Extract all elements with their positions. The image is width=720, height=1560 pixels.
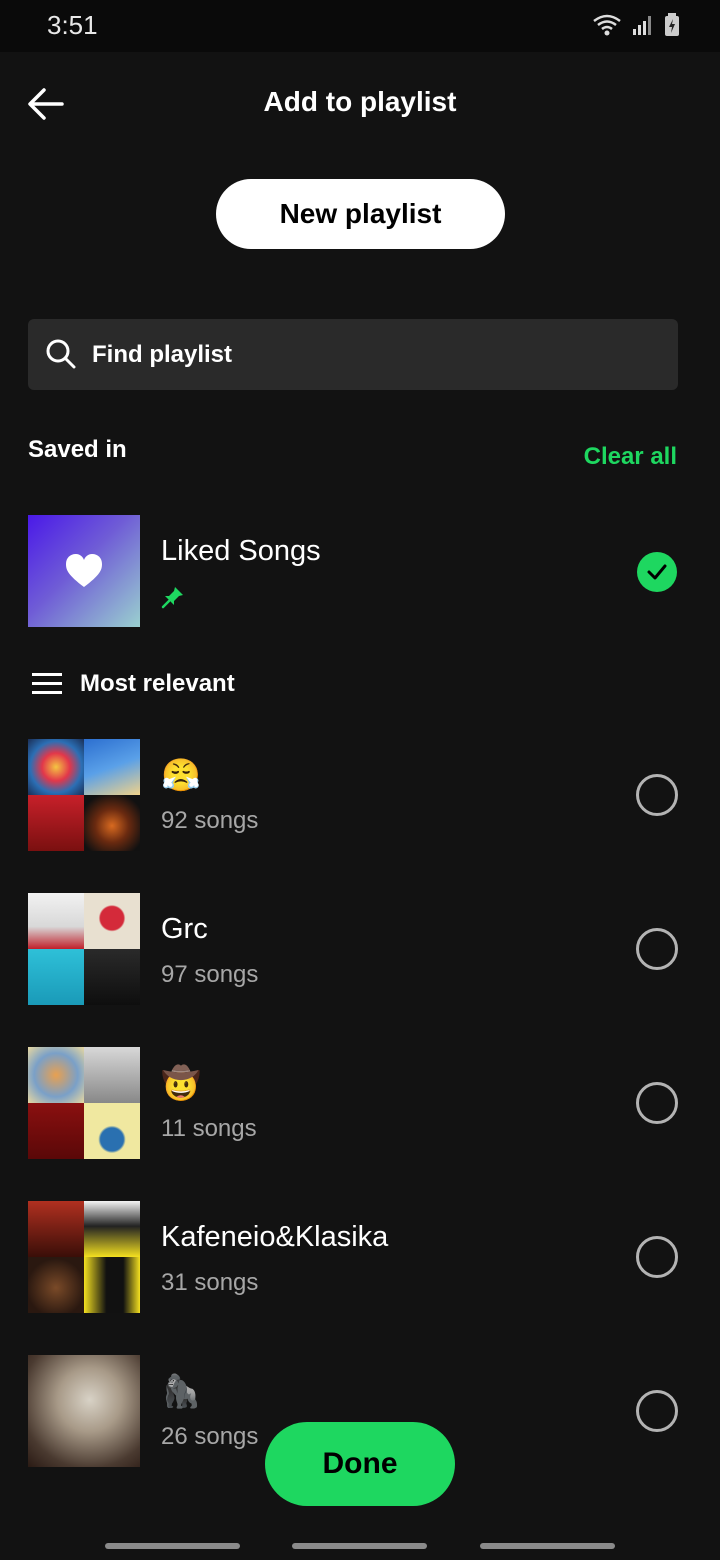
battery-icon [665,13,679,36]
liked-songs-cover [28,515,140,627]
status-icons [592,13,680,37]
playlist-song-count: 97 songs [161,961,259,988]
add-radio-button[interactable] [636,1082,678,1124]
add-radio-button[interactable] [636,1236,678,1278]
playlist-cover [28,1355,140,1467]
playlist-title: 🦍 [161,1373,201,1409]
playlist-title: 🤠 [161,1065,201,1101]
playlist-title: Kafeneio&Klasika [161,1221,389,1253]
add-radio-button[interactable] [636,1390,678,1432]
done-button[interactable]: Done [265,1422,455,1506]
wifi-icon [593,14,621,36]
playlist-title: 😤 [161,757,201,793]
playlist-row[interactable]: 😤 92 songs [0,739,720,851]
saved-in-heading: Saved in [28,436,127,463]
sort-button[interactable]: Most relevant [30,664,235,704]
playlist-cover [28,893,140,1005]
find-playlist-search[interactable]: Find playlist [28,319,678,390]
nav-recents-handle[interactable] [105,1543,240,1549]
status-time: 3:51 [47,10,98,40]
playlist-row[interactable]: 🤠 11 songs [0,1047,720,1159]
playlist-song-count: 31 songs [161,1269,259,1296]
playlist-cover [28,739,140,851]
heart-icon [66,554,102,587]
search-icon [46,339,76,369]
pin-icon [161,587,183,609]
playlist-row[interactable]: Kafeneio&Klasika 31 songs [0,1201,720,1313]
signal-icon [633,16,651,35]
header: Add to playlist [0,60,720,146]
sort-lines-icon [32,673,62,694]
saved-check-icon[interactable] [637,552,677,592]
search-label: Find playlist [92,341,233,368]
checkmark-icon [647,564,667,580]
nav-home-handle[interactable] [292,1543,427,1549]
playlist-title: Grc [161,913,208,945]
playlist-title: Liked Songs [161,535,321,567]
playlist-song-count: 92 songs [161,807,259,834]
liked-songs-row[interactable]: Liked Songs [0,515,720,627]
playlist-song-count: 11 songs [161,1115,257,1142]
new-playlist-button[interactable]: New playlist [216,179,505,249]
playlist-song-count: 26 songs [161,1423,259,1450]
playlist-row[interactable]: Grc 97 songs [0,893,720,1005]
sort-label: Most relevant [80,670,235,697]
nav-back-handle[interactable] [480,1543,615,1549]
add-radio-button[interactable] [636,928,678,970]
status-bar: 3:51 [0,0,720,52]
page-title: Add to playlist [263,86,457,117]
playlist-cover [28,1201,140,1313]
playlist-cover [28,1047,140,1159]
clear-all-button[interactable]: Clear all [584,443,677,471]
add-radio-button[interactable] [636,774,678,816]
